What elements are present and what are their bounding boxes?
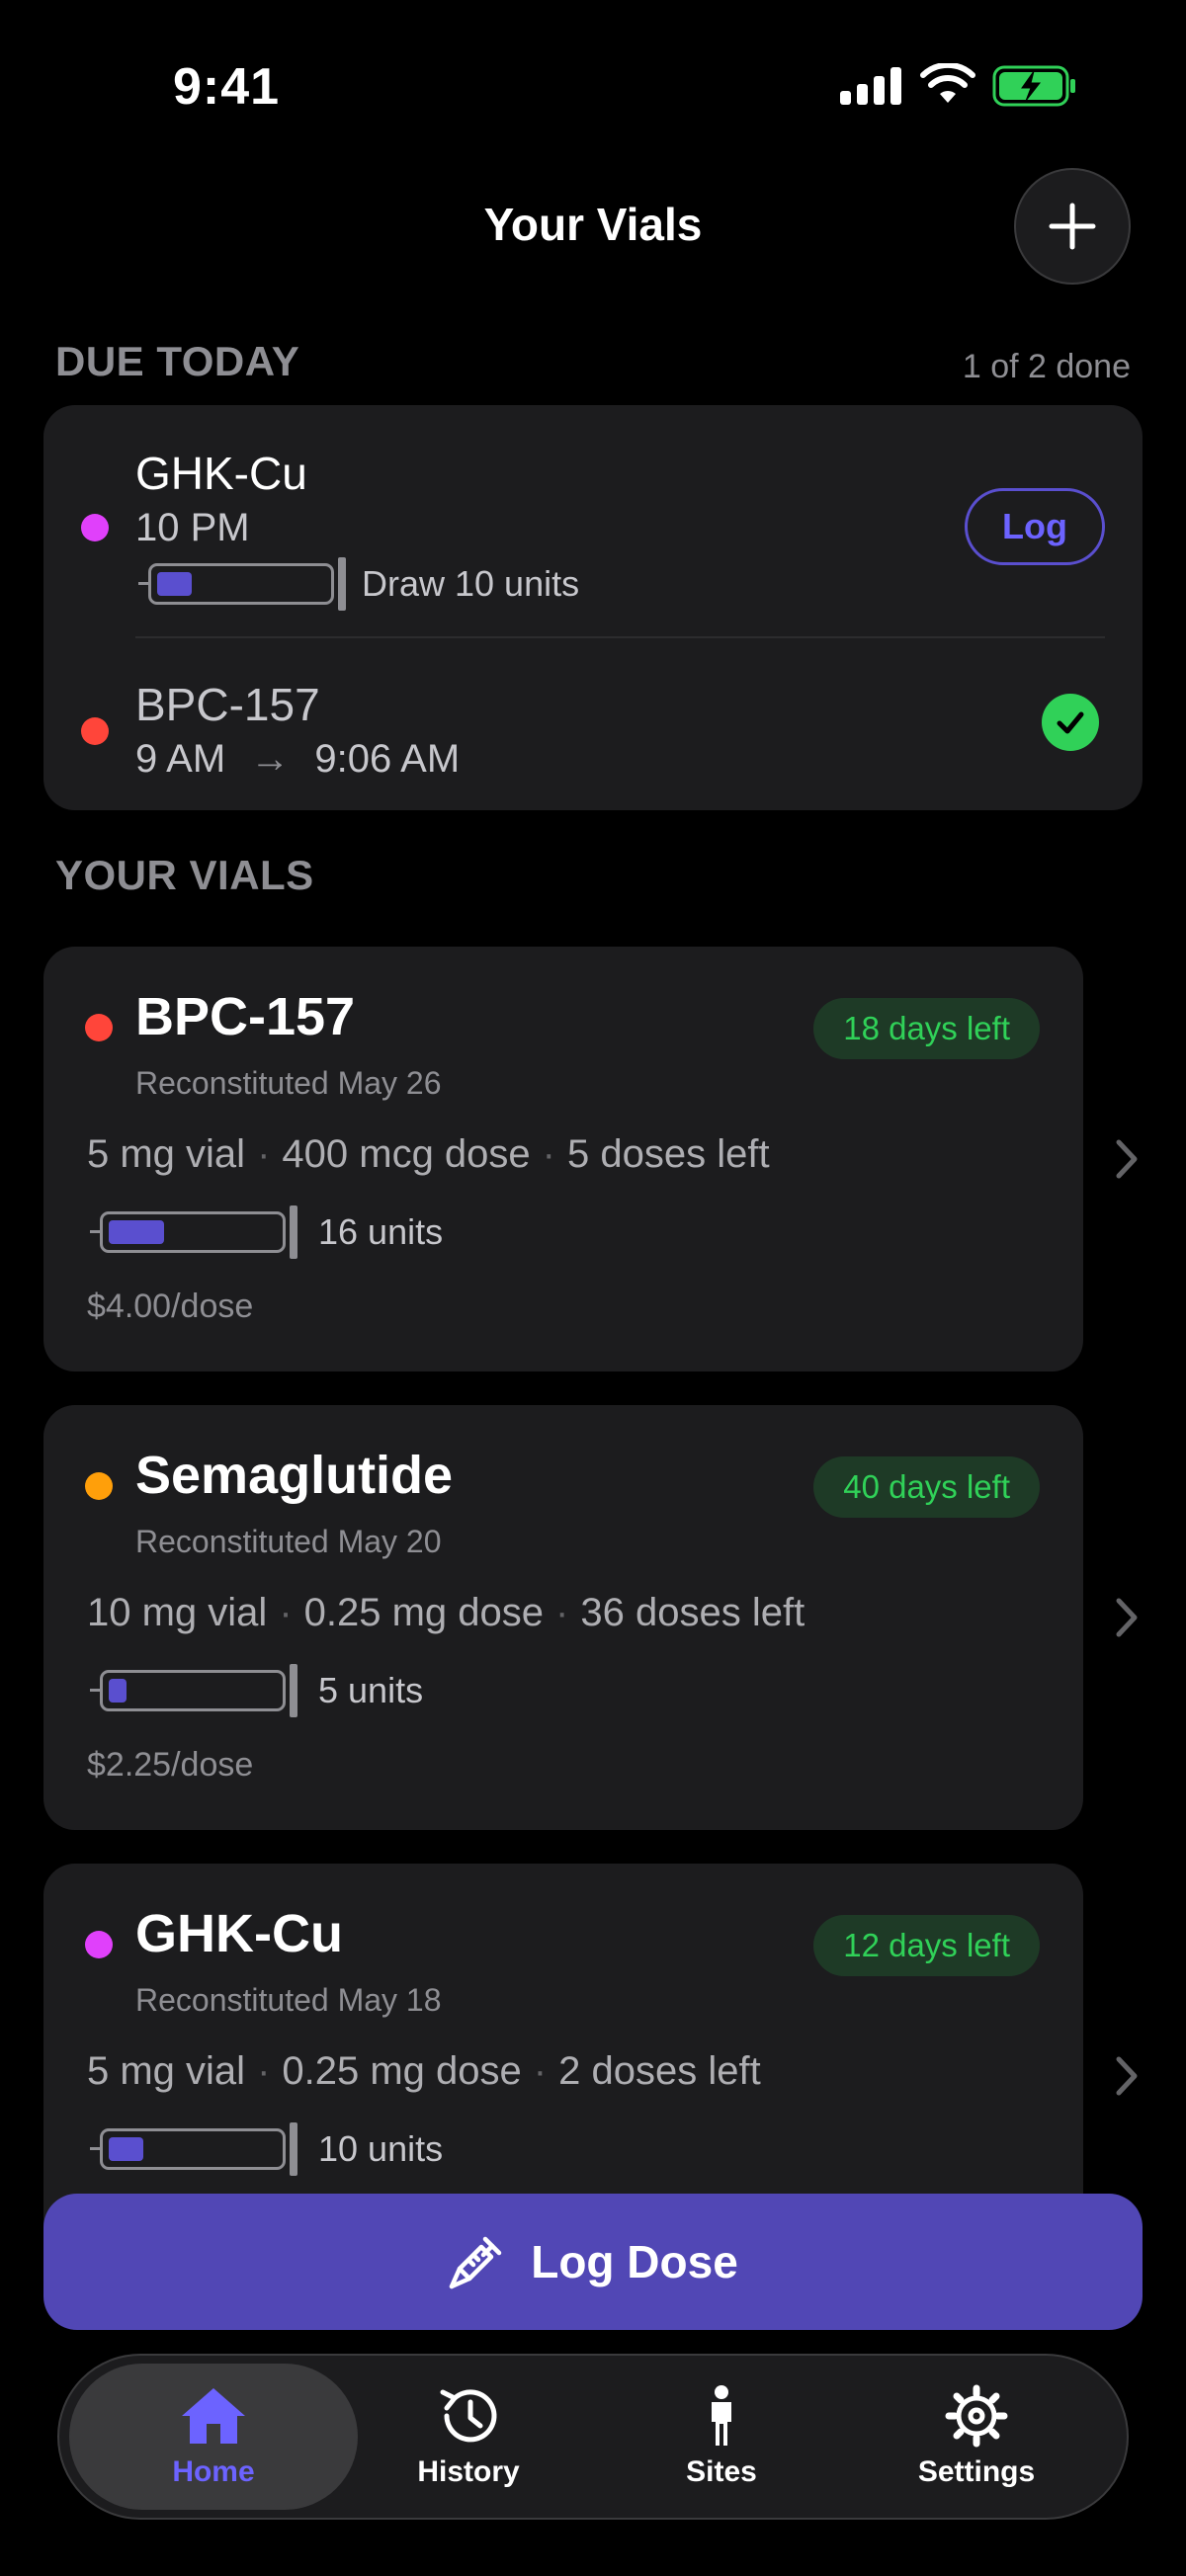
page-title: Your Vials [483, 199, 703, 250]
vial-name: BPC-157 [135, 987, 356, 1046]
log-dose-label: Log Dose [531, 2236, 738, 2287]
history-icon [440, 2389, 497, 2443]
due-item-time: 10 PM [135, 506, 250, 549]
syringe-units-label: 5 units [318, 1670, 424, 1710]
vial-doses-left: 36 doses left [580, 1591, 805, 1634]
due-item-name: GHK-Cu [135, 448, 307, 499]
chevron-right-icon[interactable] [1109, 2051, 1144, 2101]
battery-charging-icon [992, 65, 1075, 107]
checkmark-icon [1042, 694, 1099, 751]
vial-reconstituted-date: Reconstituted May 18 [135, 1982, 442, 2018]
tab-label: Settings [917, 2455, 1036, 2488]
tab-label: History [417, 2455, 520, 2488]
vial-dose: 0.25 mg dose [282, 2049, 522, 2093]
due-item-ghk-cu: GHK-Cu 10 PM Draw 10 units Log [43, 405, 1143, 636]
tab-bar: Home History Sites Settings [57, 2354, 1129, 2520]
tab-label: Home [172, 2455, 255, 2488]
vial-stats: 5 mg vial · 400 mcg dose · 5 doses left [87, 1132, 770, 1176]
syringe-icon [449, 2236, 502, 2289]
taken-time: 9:06 AM [314, 737, 461, 781]
vial-stats: 10 mg vial · 0.25 mg dose · 36 doses left [87, 1591, 805, 1634]
vial-dose: 400 mcg dose [282, 1132, 531, 1176]
tab-history[interactable]: History [324, 2364, 613, 2510]
person-icon [712, 2385, 731, 2446]
syringe-icon [90, 1664, 299, 1717]
vial-card[interactable]: BPC-157 Reconstituted May 26 18 days lef… [43, 947, 1083, 1371]
due-item-name: BPC-157 [135, 679, 320, 730]
vial-name: GHK-Cu [135, 1904, 343, 1963]
syringe-units-label: 16 units [318, 1211, 444, 1252]
due-progress-count: 1 of 2 done [962, 348, 1131, 385]
vial-name: Semaglutide [135, 1446, 454, 1505]
status-bar: 9:41 [0, 0, 1186, 148]
add-vial-button[interactable] [1014, 168, 1131, 285]
days-left-badge: 18 days left [813, 998, 1040, 1059]
vial-size: 5 mg vial [87, 1132, 246, 1176]
tab-home[interactable]: Home [69, 2364, 358, 2510]
color-dot [81, 514, 109, 541]
home-icon [182, 2388, 245, 2444]
color-dot [85, 1931, 113, 1958]
gear-icon [945, 2384, 1008, 2448]
vial-size: 5 mg vial [87, 2049, 246, 2093]
days-left-badge: 12 days left [813, 1915, 1040, 1976]
plus-icon [1049, 203, 1096, 250]
vial-doses-left: 5 doses left [567, 1132, 770, 1176]
vial-reconstituted-date: Reconstituted May 20 [135, 1524, 442, 1559]
status-time: 9:41 [173, 58, 281, 116]
syringe-icon [90, 2122, 299, 2176]
cost-per-dose: $2.25/dose [87, 1746, 254, 1784]
syringe-icon [138, 557, 348, 611]
vial-reconstituted-date: Reconstituted May 26 [135, 1065, 442, 1101]
tab-sites[interactable]: Sites [577, 2364, 866, 2510]
due-item-bpc-157: BPC-157 9 AM → 9:06 AM [43, 638, 1143, 810]
vial-size: 10 mg vial [87, 1591, 268, 1634]
due-today-card: GHK-Cu 10 PM Draw 10 units Log BPC-157 9… [43, 405, 1143, 810]
color-dot [85, 1014, 113, 1041]
your-vials-heading: YOUR VIALS [55, 852, 314, 898]
log-dose-button[interactable]: Log Dose [43, 2194, 1143, 2330]
syringe-units-label: 10 units [318, 2128, 444, 2169]
cost-per-dose: $4.00/dose [87, 1288, 254, 1325]
color-dot [81, 717, 109, 745]
chevron-right-icon[interactable] [1109, 1593, 1144, 1642]
due-item-time: 9 AM → 9:06 AM [135, 737, 460, 782]
color-dot [85, 1472, 113, 1500]
due-today-heading: DUE TODAY [55, 338, 300, 384]
tab-label: Sites [686, 2455, 757, 2488]
vial-doses-left: 2 doses left [558, 2049, 761, 2093]
log-button[interactable]: Log [965, 488, 1105, 565]
syringe-icon [90, 1205, 299, 1259]
wifi-icon [920, 63, 975, 103]
arrow-right-icon: → [250, 737, 291, 781]
vial-stats: 5 mg vial · 0.25 mg dose · 2 doses left [87, 2049, 761, 2093]
tab-settings[interactable]: Settings [832, 2364, 1121, 2510]
cellular-signal-icon [840, 67, 901, 105]
vial-card[interactable]: Semaglutide Reconstituted May 20 40 days… [43, 1405, 1083, 1830]
chevron-right-icon[interactable] [1109, 1134, 1144, 1184]
scheduled-time: 9 AM [135, 737, 226, 781]
vial-dose: 0.25 mg dose [303, 1591, 545, 1634]
days-left-badge: 40 days left [813, 1456, 1040, 1518]
syringe-draw-label: Draw 10 units [362, 563, 580, 604]
